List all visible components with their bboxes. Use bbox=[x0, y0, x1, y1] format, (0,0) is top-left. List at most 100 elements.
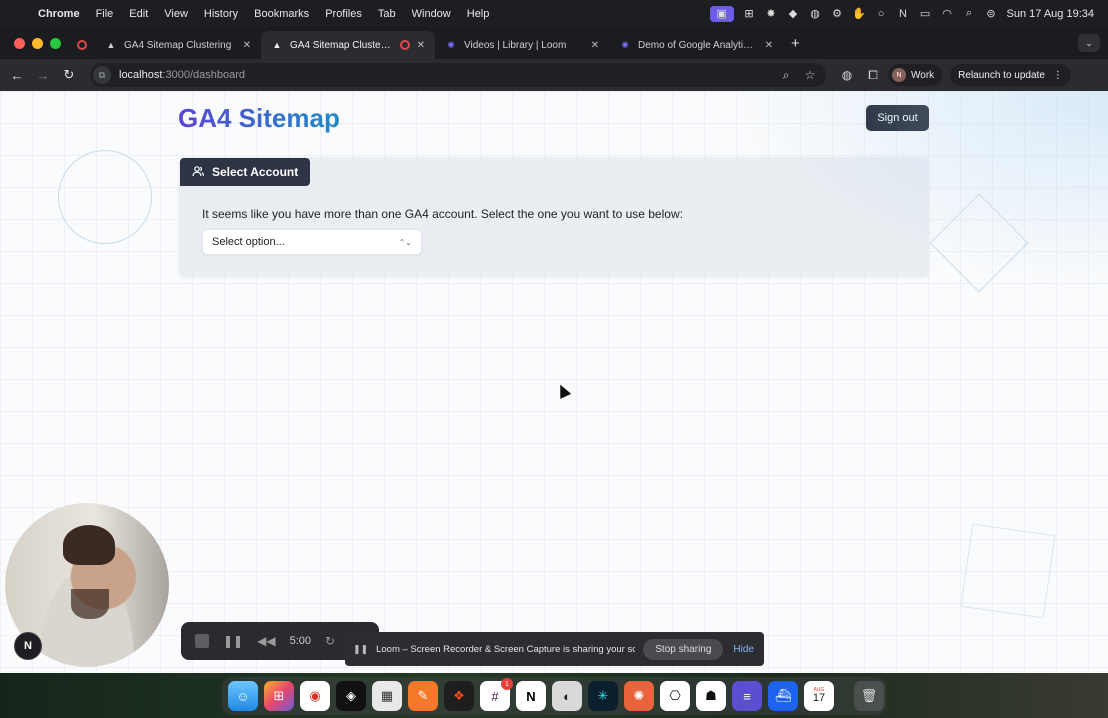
tab-recording-indicator[interactable] bbox=[73, 31, 95, 59]
notes-app-icon[interactable]: ▦ bbox=[372, 681, 402, 711]
calendar-icon[interactable]: AUG 17 bbox=[804, 681, 834, 711]
tab-title: Demo of Google Analytics Ap bbox=[638, 39, 758, 51]
decorative-square bbox=[960, 523, 1056, 619]
menu-tab[interactable]: Tab bbox=[370, 8, 404, 20]
new-tab-icon[interactable]: + bbox=[783, 35, 808, 52]
loom-badge-icon[interactable]: N bbox=[14, 632, 42, 660]
wifi-icon[interactable]: ◠ bbox=[941, 7, 954, 20]
close-tab-icon[interactable]: ✕ bbox=[417, 40, 425, 51]
linear-app-icon[interactable]: ◐ bbox=[552, 681, 582, 711]
card-header-label: Select Account bbox=[212, 165, 299, 179]
pause-icon[interactable]: ❚❚ bbox=[223, 634, 243, 648]
menu-view[interactable]: View bbox=[156, 8, 196, 20]
decorative-circle bbox=[58, 150, 152, 244]
menu-help[interactable]: Help bbox=[459, 8, 498, 20]
profile-button[interactable]: N Work bbox=[888, 64, 943, 86]
gear-icon[interactable]: ⚙ bbox=[831, 7, 844, 20]
more-menu-icon[interactable]: ⋮ bbox=[1053, 70, 1063, 81]
minimize-window-button[interactable] bbox=[32, 37, 43, 49]
grid-extension-icon[interactable]: ⊞ bbox=[743, 7, 756, 20]
ollama-icon[interactable]: ☗ bbox=[696, 681, 726, 711]
screen-recording-icon[interactable]: ▣ bbox=[709, 5, 734, 22]
finder-icon[interactable]: ☺ bbox=[228, 681, 258, 711]
url-host: localhost bbox=[119, 69, 163, 81]
recording-timer: 5:00 bbox=[289, 635, 311, 647]
account-select[interactable]: Select option... ⌃⌄ bbox=[202, 229, 422, 255]
webcam-figure-beard bbox=[71, 589, 109, 619]
macos-dock: ☺ ⊞ ◉ ◈ ▦ ✎ ❖ #1 N ◐ ✳ ✺ ⎔ ☗ ≡ ⛴ AUG 17 🗑 bbox=[222, 677, 886, 715]
tab-search-icon[interactable]: ⌄ bbox=[1078, 34, 1100, 52]
figma-icon[interactable]: ❖ bbox=[444, 681, 474, 711]
docker-icon[interactable]: ⛴ bbox=[768, 681, 798, 711]
forward-icon[interactable]: → bbox=[30, 68, 56, 83]
back-icon[interactable]: ← bbox=[4, 68, 30, 83]
extension-globe-icon[interactable]: ◍ bbox=[834, 68, 860, 82]
diamond-icon[interactable]: ◆ bbox=[787, 7, 800, 20]
loom-favicon-icon: ✺ bbox=[447, 39, 455, 50]
align-app-icon[interactable]: ≡ bbox=[732, 681, 762, 711]
menu-clock[interactable]: Sun 17 Aug 19:34 bbox=[1007, 8, 1094, 20]
close-tab-icon[interactable]: ✕ bbox=[591, 40, 599, 51]
webcam-figure bbox=[63, 525, 115, 565]
card-header-tab: Select Account bbox=[180, 158, 311, 186]
screen-sharing-bar: ❚❚ Loom – Screen Recorder & Screen Captu… bbox=[345, 632, 764, 666]
menu-window[interactable]: Window bbox=[404, 8, 459, 20]
select-account-card: Select Account It seems like you have mo… bbox=[179, 157, 929, 277]
chrome-icon[interactable]: ◉ bbox=[300, 681, 330, 711]
extensions-puzzle-icon[interactable]: ⧠ bbox=[860, 68, 886, 83]
window-controls bbox=[0, 37, 73, 49]
notion-icon[interactable]: N bbox=[897, 7, 910, 20]
site-info-icon[interactable]: ⧉ bbox=[93, 66, 111, 84]
claude-icon[interactable]: ✺ bbox=[624, 681, 654, 711]
globe-icon[interactable]: ◍ bbox=[809, 7, 822, 20]
menu-file[interactable]: File bbox=[88, 8, 122, 20]
menu-edit[interactable]: Edit bbox=[121, 8, 156, 20]
circle-icon[interactable]: ○ bbox=[875, 7, 888, 20]
hide-button[interactable]: Hide bbox=[731, 644, 756, 655]
sign-out-button[interactable]: Sign out bbox=[866, 105, 929, 131]
url-text[interactable]: localhost:3000/dashboard bbox=[119, 69, 770, 81]
menu-extras: ▣ ⊞ ✸ ◆ ◍ ⚙ ✋ ○ N ▭ ◠ ⌕ ⊜ Sun 17 Aug 19:… bbox=[709, 5, 1108, 22]
close-tab-icon[interactable]: ✕ bbox=[243, 40, 251, 51]
tab-ga4-sitemap-2[interactable]: ▲ GA4 Sitemap Clustering ✕ bbox=[261, 31, 435, 59]
pen-app-icon[interactable]: ✎ bbox=[408, 681, 438, 711]
zoom-window-button[interactable] bbox=[50, 37, 61, 49]
battery-icon[interactable]: ▭ bbox=[919, 7, 932, 20]
drag-handle-icon[interactable]: ❚❚ bbox=[353, 644, 368, 655]
perplexity-icon[interactable]: ✳ bbox=[588, 681, 618, 711]
menu-history[interactable]: History bbox=[196, 8, 246, 20]
avatar: N bbox=[892, 68, 906, 82]
tab-ga4-sitemap-1[interactable]: ▲ GA4 Sitemap Clustering ✕ bbox=[95, 31, 261, 59]
tab-demo-google-analytics[interactable]: ✺ Demo of Google Analytics Ap ✕ bbox=[609, 31, 783, 59]
account-select-value: Select option... bbox=[212, 236, 285, 248]
profile-label: Work bbox=[911, 69, 935, 81]
control-center-icon[interactable]: ⊜ bbox=[985, 7, 998, 20]
zoom-icon[interactable]: ⌕ bbox=[778, 68, 794, 83]
chatgpt-icon[interactable]: ⎔ bbox=[660, 681, 690, 711]
hand-icon[interactable]: ✋ bbox=[852, 7, 866, 20]
close-window-button[interactable] bbox=[14, 37, 25, 49]
menu-profiles[interactable]: Profiles bbox=[317, 8, 370, 20]
address-bar[interactable]: ⧉ localhost:3000/dashboard ⌕ ☆ bbox=[90, 63, 826, 87]
browser-tab-strip: ▲ GA4 Sitemap Clustering ✕ ▲ GA4 Sitemap… bbox=[0, 27, 1108, 59]
tab-loom-library[interactable]: ✺ Videos | Library | Loom ✕ bbox=[435, 31, 609, 59]
menu-app-name[interactable]: Chrome bbox=[30, 8, 88, 20]
trash-icon[interactable]: 🗑 bbox=[854, 681, 884, 711]
chevron-up-down-icon: ⌃⌄ bbox=[398, 237, 412, 247]
macos-menu-bar: Chrome File Edit View History Bookmarks … bbox=[0, 0, 1108, 27]
bookmark-star-icon[interactable]: ☆ bbox=[802, 68, 818, 82]
relaunch-button[interactable]: Relaunch to update ⋮ bbox=[950, 64, 1071, 86]
stop-recording-icon[interactable] bbox=[195, 634, 209, 648]
sparkle-icon[interactable]: ✸ bbox=[765, 7, 778, 20]
restart-icon[interactable]: ↻ bbox=[325, 634, 335, 648]
cursor-app-icon[interactable]: ◈ bbox=[336, 681, 366, 711]
search-icon[interactable]: ⌕ bbox=[963, 7, 976, 20]
slack-icon[interactable]: #1 bbox=[480, 678, 513, 711]
rewind-icon[interactable]: ◀◀ bbox=[257, 634, 275, 648]
close-tab-icon[interactable]: ✕ bbox=[765, 40, 773, 51]
reload-icon[interactable]: ↻ bbox=[56, 67, 82, 83]
launchpad-icon[interactable]: ⊞ bbox=[264, 681, 294, 711]
menu-bookmarks[interactable]: Bookmarks bbox=[246, 8, 317, 20]
stop-sharing-button[interactable]: Stop sharing bbox=[643, 638, 724, 660]
notion-icon[interactable]: N bbox=[516, 681, 546, 711]
